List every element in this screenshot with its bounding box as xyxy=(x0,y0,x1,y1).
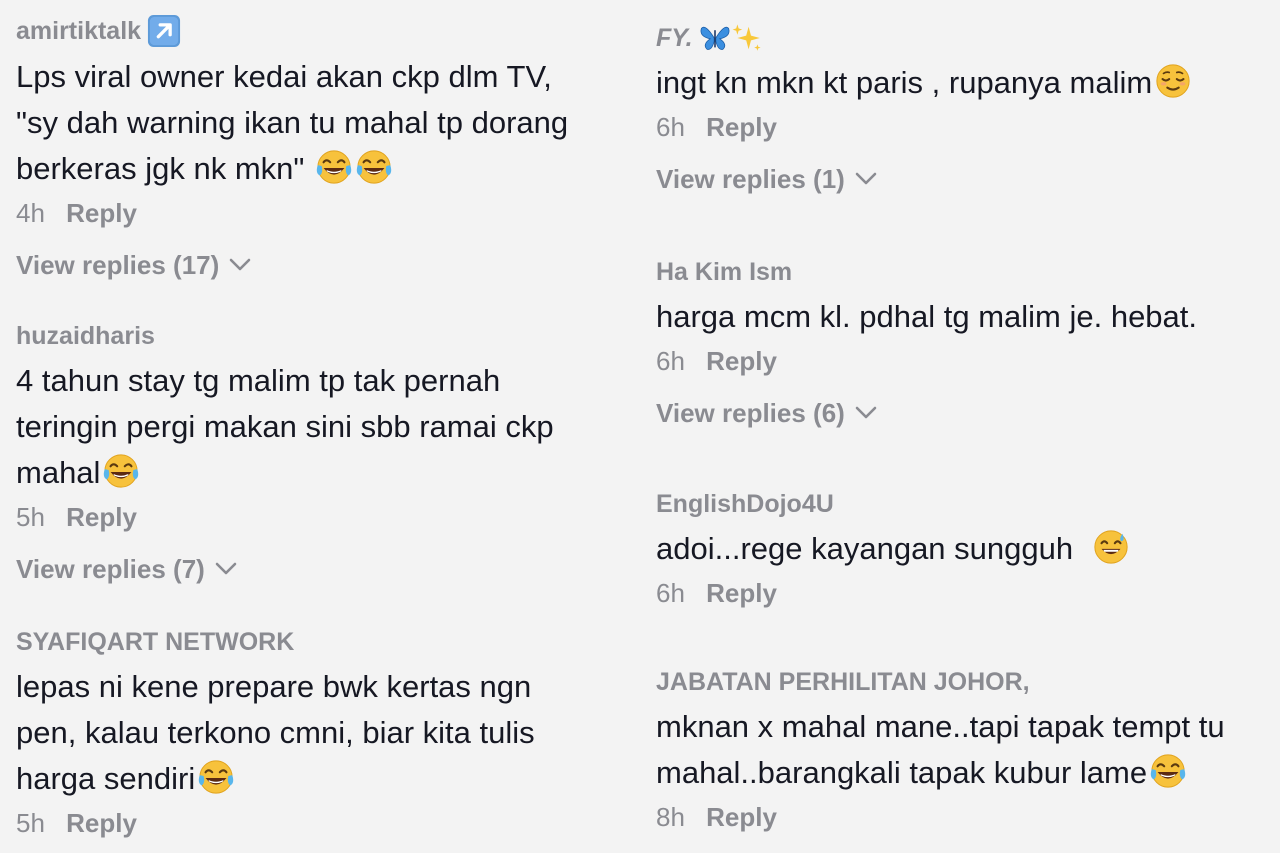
comment-line: "sy dah warning ikan tu mahal tp dorang xyxy=(16,105,569,140)
comment-line-text: mahal xyxy=(16,455,101,490)
comment-line: mahal xyxy=(16,450,626,496)
reply-button[interactable]: Reply xyxy=(706,578,777,608)
comment-timestamp: 5h xyxy=(16,502,45,532)
comment-line: mknan x mahal mane..tapi tapak tempt tu xyxy=(656,709,1225,744)
sparkles-icon xyxy=(731,22,763,54)
butterfly-icon xyxy=(699,22,731,54)
comment-text: lepas ni kene prepare bwk kertas ngn pen… xyxy=(16,664,626,802)
comment-username[interactable]: EnglishDojo4U xyxy=(656,488,1280,520)
comment-line: Lps viral owner kedai akan ckp dlm TV, xyxy=(16,59,552,94)
view-replies-label: View replies (6) xyxy=(656,398,845,428)
comment-line: ingt kn mkn kt paris , rupanya malim xyxy=(656,60,1280,106)
chevron-down-icon xyxy=(227,255,253,275)
comment-text: Lps viral owner kedai akan ckp dlm TV, "… xyxy=(16,54,626,192)
view-replies-button[interactable]: View replies (6) xyxy=(656,396,879,430)
comment-meta: 4h Reply xyxy=(16,196,626,230)
username-text[interactable]: Ha Kim Ism xyxy=(656,256,792,288)
comment-text: harga mcm kl. pdhal tg malim je. hebat. xyxy=(656,294,1280,340)
comment-meta: 6h Reply xyxy=(656,110,1280,144)
comment-text: adoi...rege kayangan sungguh xyxy=(656,526,1280,572)
comment-timestamp: 8h xyxy=(656,802,685,832)
comment-item: EnglishDojo4U adoi...rege kayangan sungg… xyxy=(656,488,1280,610)
grinning-sweat-icon xyxy=(1092,528,1130,566)
reply-button[interactable]: Reply xyxy=(66,198,137,228)
comment-timestamp: 5h xyxy=(16,808,45,838)
comment-meta: 6h Reply xyxy=(656,576,1280,610)
comment-meta: 6h Reply xyxy=(656,344,1280,378)
comment-item: SYAFIQART NETWORK lepas ni kene prepare … xyxy=(16,626,626,840)
arrow-up-right-icon xyxy=(147,14,181,48)
username-text[interactable]: EnglishDojo4U xyxy=(656,488,834,520)
view-replies-button[interactable]: View replies (17) xyxy=(16,248,253,282)
comment-username[interactable]: amirtiktalk xyxy=(16,14,626,48)
reply-button[interactable]: Reply xyxy=(66,808,137,838)
comment-item: FY. ingt kn mkn kt paris , rupanya malim… xyxy=(656,22,1280,196)
comment-line: pen, kalau terkono cmni, biar kita tulis xyxy=(16,715,535,750)
reply-button[interactable]: Reply xyxy=(706,112,777,142)
comment-item: JABATAN PERHILITAN JOHOR, mknan x mahal … xyxy=(656,666,1280,834)
comment-line: 4 tahun stay tg malim tp tak pernah xyxy=(16,363,501,398)
username-text[interactable]: huzaidharis xyxy=(16,320,155,352)
tears-of-joy-icon xyxy=(197,758,235,796)
reply-button[interactable]: Reply xyxy=(66,502,137,532)
username-text[interactable]: amirtiktalk xyxy=(16,15,141,47)
comment-timestamp: 6h xyxy=(656,112,685,142)
comment-line: harga sendiri xyxy=(16,756,626,802)
comment-item: huzaidharis 4 tahun stay tg malim tp tak… xyxy=(16,320,626,586)
comment-line: berkeras jgk nk mkn" xyxy=(16,146,626,192)
reply-button[interactable]: Reply xyxy=(706,802,777,832)
comment-timestamp: 6h xyxy=(656,578,685,608)
comment-line: lepas ni kene prepare bwk kertas ngn xyxy=(16,669,532,704)
relieved-face-icon xyxy=(1154,62,1192,100)
comment-line-text: berkeras jgk nk mkn" xyxy=(16,151,305,186)
comment-line-text: harga sendiri xyxy=(16,761,196,796)
comment-username[interactable]: JABATAN PERHILITAN JOHOR, xyxy=(656,666,1280,698)
username-text[interactable]: JABATAN PERHILITAN JOHOR, xyxy=(656,666,1030,698)
comments-column-left: amirtiktalk Lps viral owner kedai akan c… xyxy=(16,0,626,853)
comments-column-right: FY. ingt kn mkn kt paris , rupanya malim… xyxy=(656,0,1280,853)
comment-username[interactable]: Ha Kim Ism xyxy=(656,256,1280,288)
comment-timestamp: 6h xyxy=(656,346,685,376)
chevron-down-icon xyxy=(853,169,879,189)
reply-button[interactable]: Reply xyxy=(706,346,777,376)
chevron-down-icon xyxy=(213,559,239,579)
tears-of-joy-icon xyxy=(315,148,353,186)
username-text[interactable]: FY. xyxy=(656,22,693,54)
username-text[interactable]: SYAFIQART NETWORK xyxy=(16,626,294,658)
comment-text: ingt kn mkn kt paris , rupanya malim xyxy=(656,60,1280,106)
comment-line: harga mcm kl. pdhal tg malim je. hebat. xyxy=(656,299,1198,334)
chevron-down-icon xyxy=(853,403,879,423)
comment-username[interactable]: huzaidharis xyxy=(16,320,626,352)
view-replies-label: View replies (1) xyxy=(656,164,845,194)
comment-line-text: adoi...rege kayangan sungguh xyxy=(656,531,1082,566)
comment-line: adoi...rege kayangan sungguh xyxy=(656,526,1280,572)
comment-item: Ha Kim Ism harga mcm kl. pdhal tg malim … xyxy=(656,256,1280,430)
tears-of-joy-icon xyxy=(1149,752,1187,790)
comment-username[interactable]: FY. xyxy=(656,22,1280,54)
view-replies-label: View replies (17) xyxy=(16,250,220,280)
comment-timestamp: 4h xyxy=(16,198,45,228)
comment-line-text: ingt kn mkn kt paris , rupanya malim xyxy=(656,65,1153,100)
comment-meta: 5h Reply xyxy=(16,806,626,840)
comment-username[interactable]: SYAFIQART NETWORK xyxy=(16,626,626,658)
tears-of-joy-icon xyxy=(355,148,393,186)
comment-meta: 5h Reply xyxy=(16,500,626,534)
comment-text: 4 tahun stay tg malim tp tak pernah teri… xyxy=(16,358,626,496)
tears-of-joy-icon xyxy=(102,452,140,490)
view-replies-button[interactable]: View replies (1) xyxy=(656,162,879,196)
view-replies-button[interactable]: View replies (7) xyxy=(16,552,239,586)
view-replies-label: View replies (7) xyxy=(16,554,205,584)
comment-line: mahal..barangkali tapak kubur lame xyxy=(656,750,1280,796)
comment-meta: 8h Reply xyxy=(656,800,1280,834)
comment-text: mknan x mahal mane..tapi tapak tempt tu … xyxy=(656,704,1280,796)
comment-line-text: mahal..barangkali tapak kubur lame xyxy=(656,755,1148,790)
comment-item: amirtiktalk Lps viral owner kedai akan c… xyxy=(16,14,626,282)
comment-line: teringin pergi makan sini sbb ramai ckp xyxy=(16,409,554,444)
